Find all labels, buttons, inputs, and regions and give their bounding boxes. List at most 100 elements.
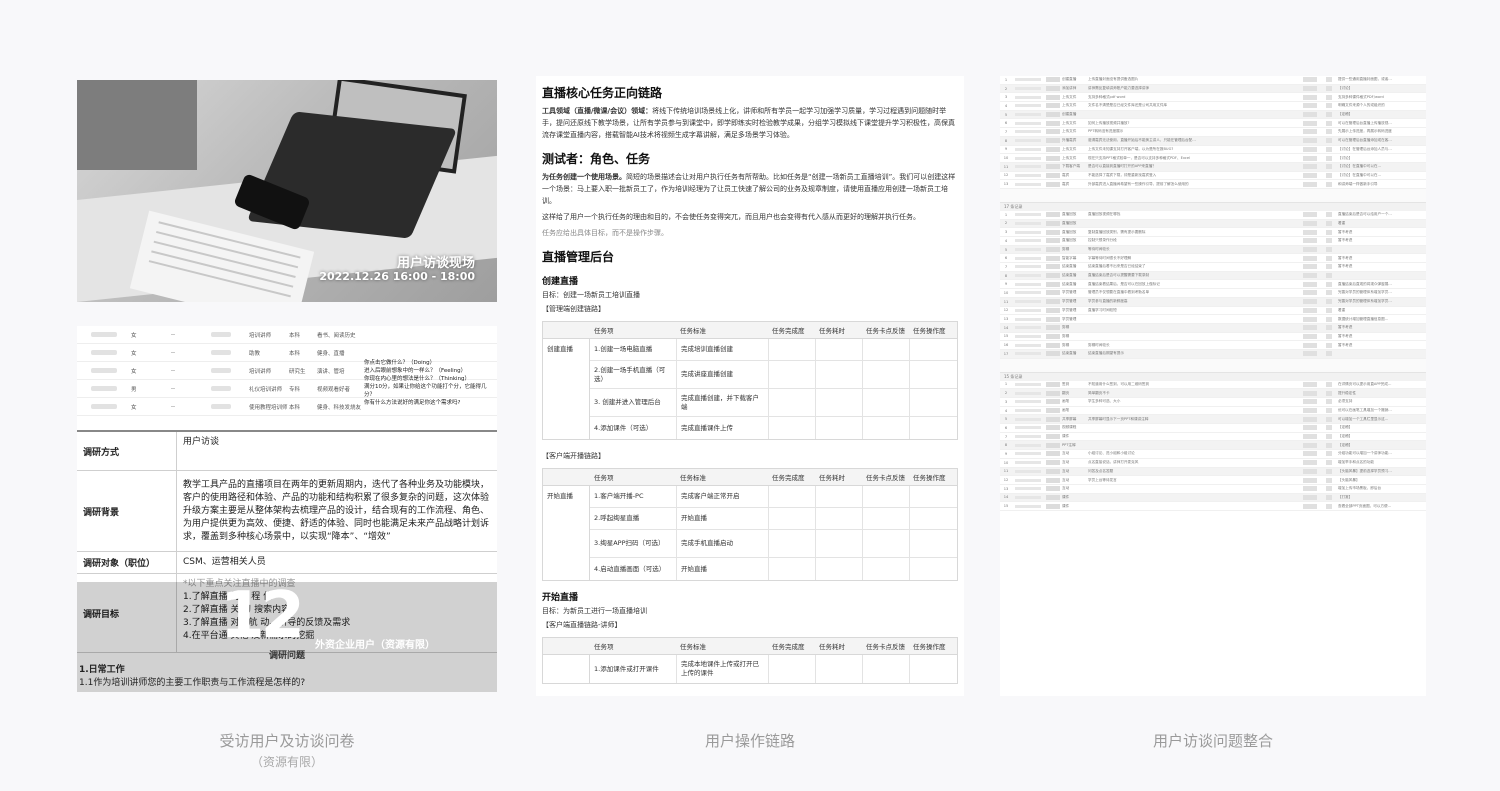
question-section: 1.日常工作 1.1作为培训讲师您的主要工作职责与工作流程是怎样的? xyxy=(79,664,497,690)
blurred-user xyxy=(1015,95,1041,99)
sheet-row: 3 上传文件 支持多种格式pdf word 支持多种课件格式PDF/word xyxy=(1000,93,1426,103)
task-empty-cell xyxy=(862,508,909,529)
testers-title: 测试者：角色、任务 xyxy=(542,152,651,166)
status-tag xyxy=(1046,503,1060,509)
client-link: 【客户端开播链路】 xyxy=(542,452,605,460)
blurred-user xyxy=(1015,352,1041,356)
solution-note: 【定稿】 xyxy=(1338,112,1353,117)
task-item: 2.创建一场手机直播（可选） xyxy=(594,365,666,383)
count-badge xyxy=(1326,477,1332,483)
blurred-user xyxy=(1015,409,1041,413)
solution-note: 【讨论】在直播中可以在… xyxy=(1338,172,1382,177)
priority-pill xyxy=(1303,460,1317,466)
table-header-cell: 任务操作度 xyxy=(913,474,946,482)
table-row: 4.添加课件（可选） 完成直播课件上传 xyxy=(590,417,957,439)
group-header-b[interactable]: 17 条记录 xyxy=(1000,202,1426,211)
table-header-cell: 任务操作度 xyxy=(913,643,946,651)
task-empty-cell xyxy=(862,339,909,360)
solution-note: 暂不考虑 xyxy=(1338,229,1353,234)
issue-category: 互动 xyxy=(1062,451,1070,456)
row-number: 4 xyxy=(1004,103,1008,108)
priority-pill xyxy=(1303,212,1317,218)
task-empty-cell xyxy=(909,361,956,388)
table-header-cell: 任务完成度 xyxy=(772,474,805,482)
sheet-row: 11 互动 问答及点名答题 【头脑风暴】提前选择学员预习… xyxy=(1000,467,1426,477)
blurred-user xyxy=(1015,78,1041,82)
issue-text: 直播回放视频在哪找 xyxy=(1088,212,1121,217)
task-standard: 开始直播 xyxy=(676,558,768,580)
status-tag xyxy=(1046,494,1060,500)
priority-pill xyxy=(1303,112,1317,118)
task-empty-cell xyxy=(768,558,815,580)
issue-category: 共享屏幕 xyxy=(1062,416,1077,421)
row-number: 8 xyxy=(1004,443,1008,448)
task-empty-cell xyxy=(909,530,956,557)
participant-gender: 女 xyxy=(131,368,137,375)
sheet-row: 3 直播回放 复制直播回放类别，需有提示要删除 暂不考虑 xyxy=(1000,228,1426,237)
solution-note: 和讲师端一样做新手引导 xyxy=(1338,181,1378,186)
status-tag xyxy=(1046,460,1060,466)
sheet-row: 12 嘉宾 不能选择了嘉宾下载，却是重新找嘉宾登入 【讨论】在直播中可以在… xyxy=(1000,172,1426,181)
blurred-name xyxy=(91,350,117,355)
sheet-row: 12 学员管理 直播学习时间较短 看重 xyxy=(1000,307,1426,316)
issue-text: 现在只支持PPT格式较单一，是否可以支持多种格式PDF、Excel xyxy=(1088,155,1191,160)
status-tag xyxy=(1046,486,1060,492)
blurred-user xyxy=(1015,400,1041,404)
issue-text: 点名直接说话，讲师打开麦克风 xyxy=(1088,460,1139,465)
solution-note: 完善对学员的管理体系增加学员… xyxy=(1338,290,1392,295)
solution-note: 分组功能可以增加一个讲师功能… xyxy=(1338,451,1392,456)
count-badge xyxy=(1326,103,1332,109)
row-number: 11 xyxy=(1003,164,1009,169)
issue-category: 结束直播 xyxy=(1062,264,1077,269)
issue-text: 小组讨论、进小组和小组讨论 xyxy=(1088,451,1135,456)
blurred-name xyxy=(91,404,117,409)
row-number: 3 xyxy=(1004,95,1008,100)
issue-category: 结束直播 xyxy=(1062,273,1077,278)
status-tag xyxy=(1046,247,1060,253)
status-tag xyxy=(1046,138,1060,144)
survey-row-background: 调研背景 教学工具产品的直播项目在两年的更新周期内，迭代了各种业务及功能模块，客… xyxy=(77,471,497,552)
task-standard: 完成客户端正常开启 xyxy=(676,486,768,507)
row-number: 15 xyxy=(1003,334,1009,339)
issue-category: 上传文件 xyxy=(1062,103,1077,108)
status-tag xyxy=(1046,273,1060,279)
issue-text: 问答及点名答题 xyxy=(1088,468,1114,473)
priority-pill xyxy=(1303,264,1317,270)
participant-edu: 专科 xyxy=(289,386,301,393)
blurred-user xyxy=(1015,382,1041,386)
solution-note: 可以在管理后台直播上传播放视… xyxy=(1338,120,1392,125)
issue-text: 讲师需反复填讲师账户能力要选择讲师 xyxy=(1088,86,1150,91)
status-tag xyxy=(1046,416,1060,422)
status-tag xyxy=(1046,299,1060,305)
table-row: 4.启动直播画面（可选） 开始直播 xyxy=(590,558,957,580)
blurred-user xyxy=(1015,165,1041,169)
issue-category: 剪辑 xyxy=(1062,333,1070,338)
sheet-row: 10 互动 点名直接说话，讲师打开麦克风 增加举手和点名的功能 xyxy=(1000,459,1426,468)
sheet-row: 9 上传文件 上传文件未知课支持打开客户端，以为是所在报BUG? 【讨论】在管理后台添… xyxy=(1000,146,1426,155)
table-body: 开始直播 1.客户端开播-PC 完成客户端正常开启 2.呼起绚星直播 开始直播 3.绚星A… xyxy=(543,486,957,580)
survey-value: 教学工具产品的直播项目在两年的更新周期内，迭代了各种业务及功能模块，客户的使用路… xyxy=(183,480,490,542)
issue-category: 剪辑 xyxy=(1062,247,1070,252)
blurred-user xyxy=(1015,265,1041,269)
issue-category: 课件 xyxy=(1062,494,1070,499)
blurred-user xyxy=(1015,256,1041,260)
sheet-row: 13 学员管理 数据统计增加管理直播信息图… xyxy=(1000,315,1426,324)
priority-pill xyxy=(1303,146,1317,152)
blurred-user xyxy=(1015,248,1041,252)
row-number: 17 xyxy=(1003,351,1009,356)
priority-pill xyxy=(1303,255,1317,261)
row-number: 4 xyxy=(1004,238,1008,243)
status-tag xyxy=(1046,220,1060,226)
task-empty-cell xyxy=(862,530,909,557)
sheet-row: 13 互动 增加上传市场黑板，即后台 xyxy=(1000,485,1426,494)
blurred-user xyxy=(1015,274,1041,278)
sheet-row: 14 剪辑 暂不考虑 xyxy=(1000,323,1426,333)
group-header-c[interactable]: 15 条记录 xyxy=(1000,372,1426,381)
priority-pill xyxy=(1303,181,1317,187)
row-number: 3 xyxy=(1004,230,1008,235)
count-badge xyxy=(1326,77,1332,83)
priority-pill xyxy=(1303,442,1317,448)
status-tag xyxy=(1046,112,1060,118)
blurred-user xyxy=(1015,452,1041,456)
count-badge xyxy=(1326,94,1332,100)
